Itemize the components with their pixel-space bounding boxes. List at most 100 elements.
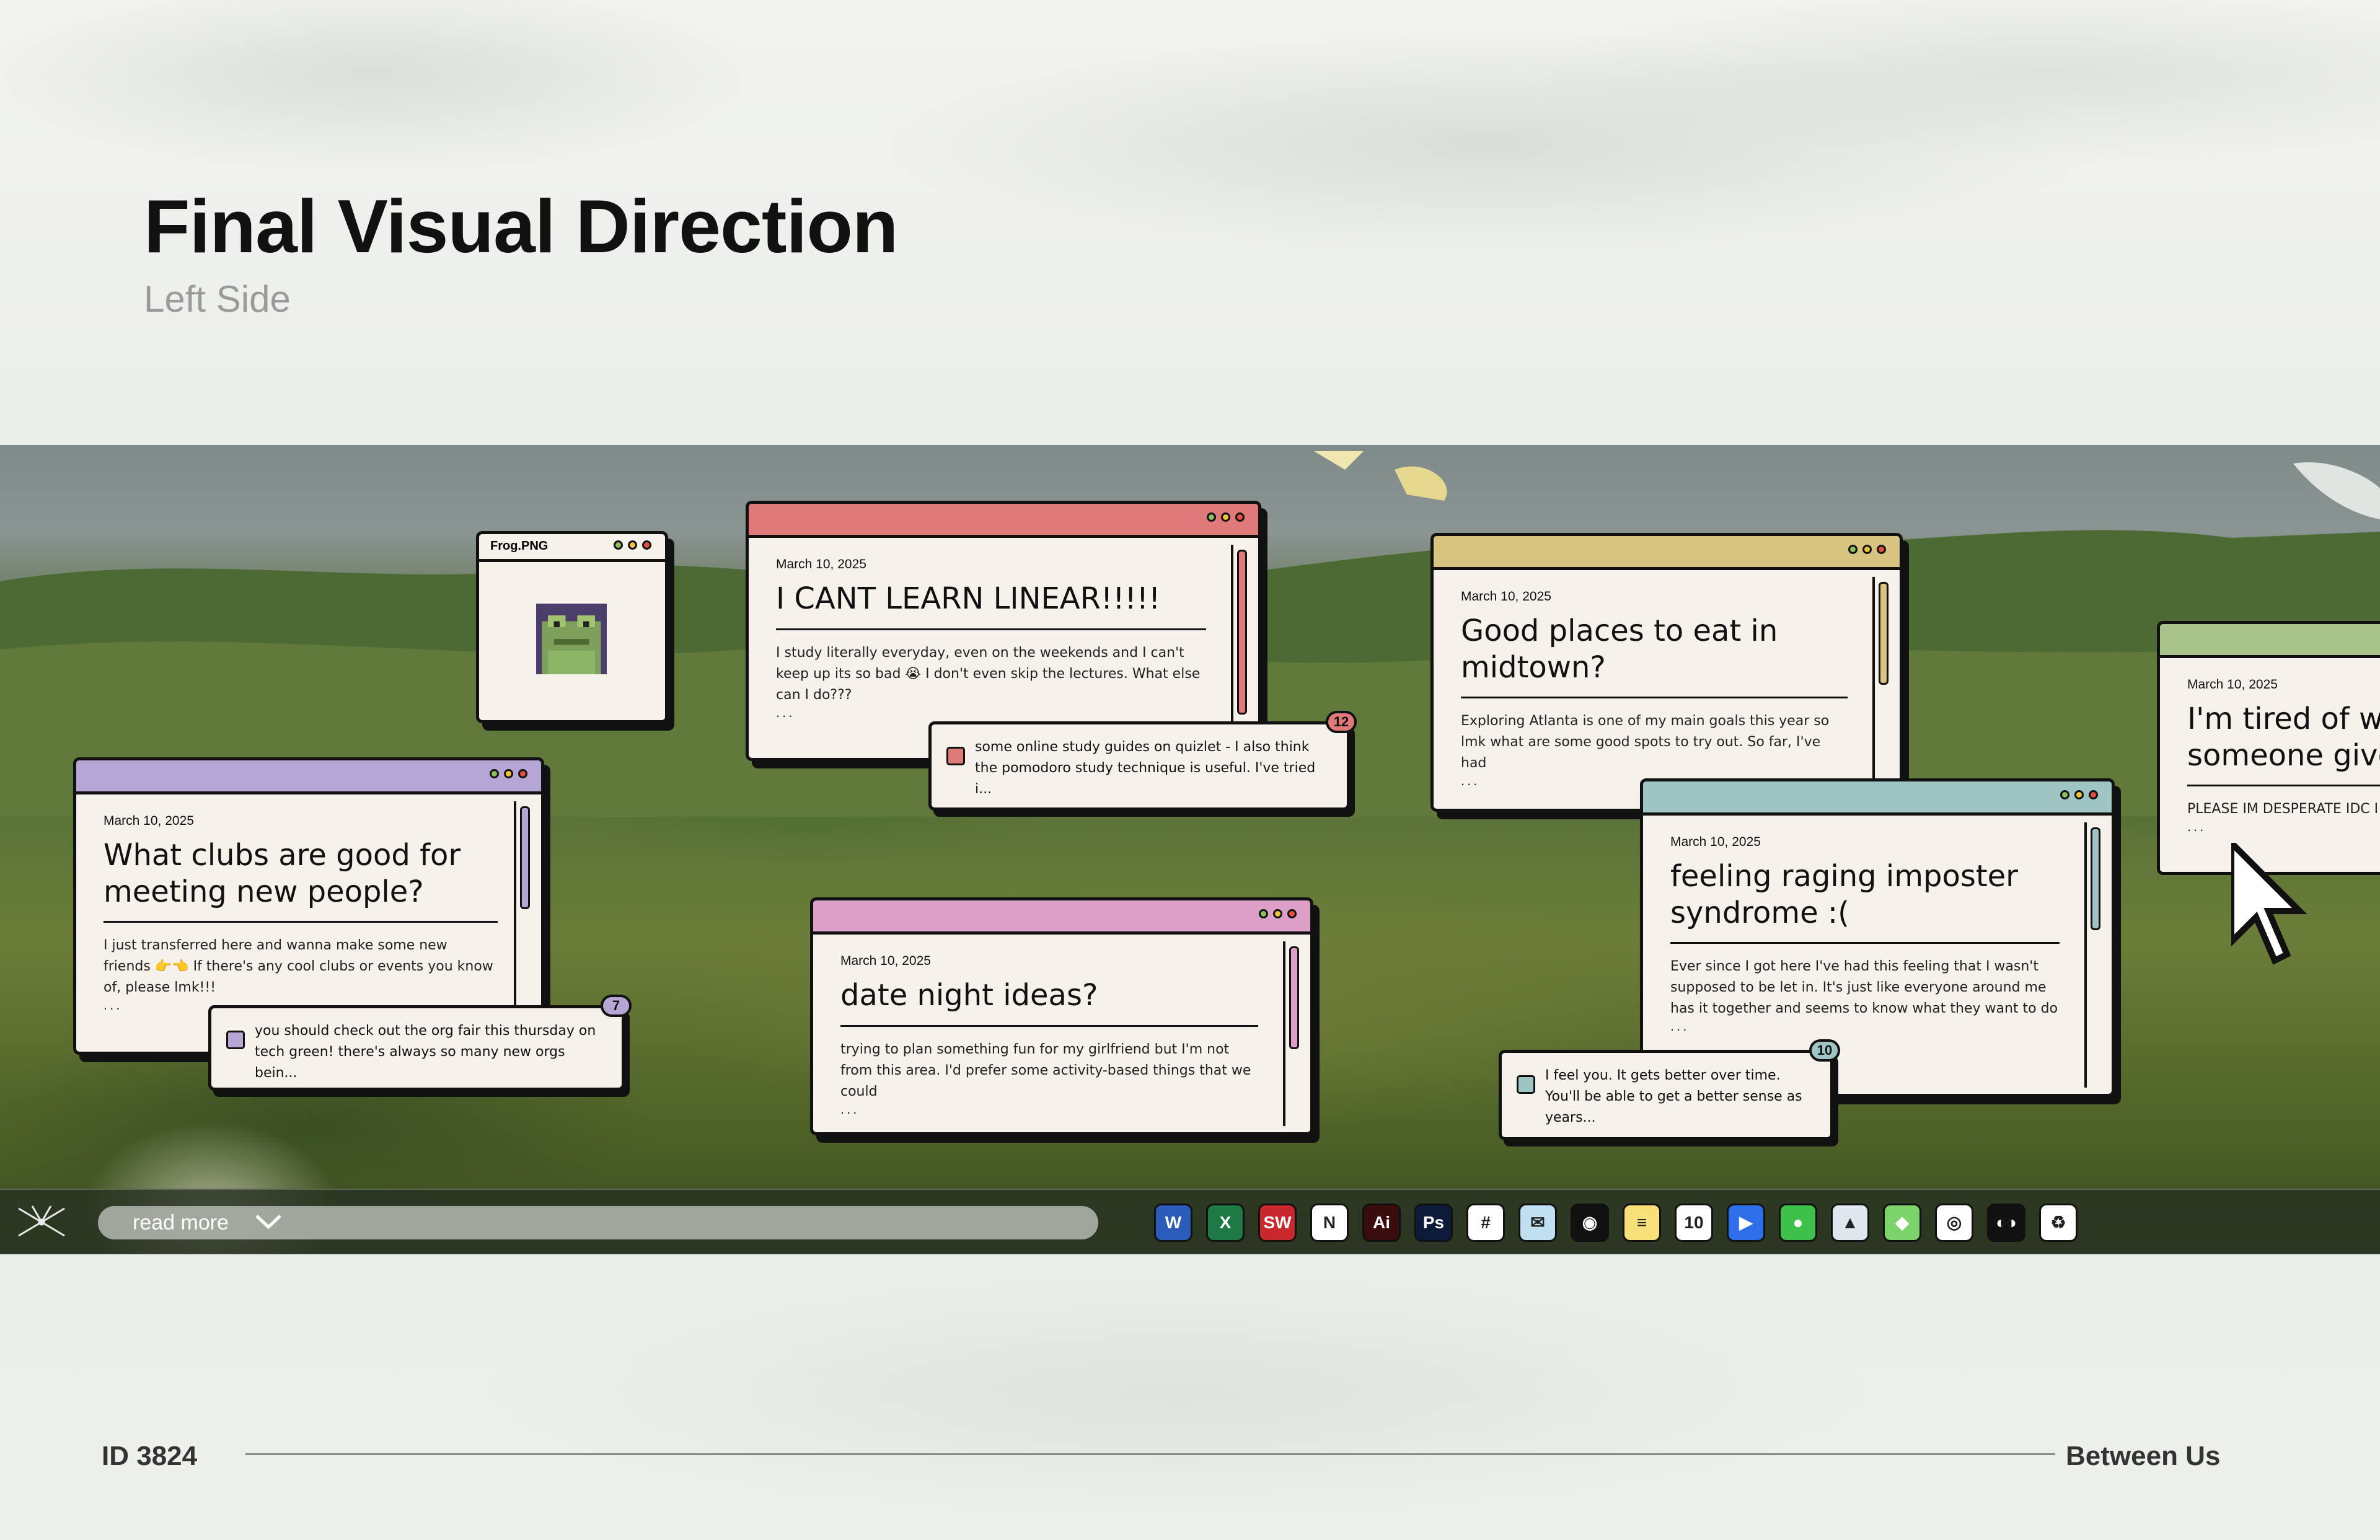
window-titlebar[interactable] <box>813 900 1310 935</box>
word-app-icon[interactable]: W <box>1154 1203 1192 1242</box>
reply-text: some online study guides on quizlet - I … <box>975 739 1316 797</box>
reply-checkbox[interactable] <box>946 747 965 765</box>
page-title: Final Visual Direction <box>144 184 898 268</box>
scrollbar-thumb[interactable] <box>520 806 530 909</box>
window-controls[interactable] <box>1259 909 1297 918</box>
close-button[interactable] <box>1877 545 1886 554</box>
maximize-button[interactable] <box>1259 909 1268 918</box>
zoom-app-icon[interactable]: ▶ <box>1727 1203 1765 1242</box>
window-controls[interactable] <box>2060 790 2098 799</box>
window-titlebar[interactable] <box>1434 536 1900 570</box>
frog-image-window[interactable]: Frog.PNG <box>476 531 668 723</box>
mail-app-icon[interactable]: ✉ <box>1518 1203 1557 1242</box>
post-title[interactable]: I'm tired of wi someone give <box>2187 701 2380 787</box>
post-date: March 10, 2025 <box>2187 677 2278 692</box>
post-title[interactable]: Good places to eat in midtown? <box>1461 613 1848 699</box>
window-titlebar[interactable] <box>76 760 541 794</box>
chrome-app-icon[interactable]: ◎ <box>1935 1203 1973 1242</box>
post-window-date-night[interactable]: March 10, 2025 date night ideas? trying … <box>810 897 1313 1135</box>
reply-count-badge: 10 <box>1809 1039 1840 1062</box>
window-controls[interactable] <box>1848 545 1886 554</box>
post-ellipsis: ... <box>1670 1018 1690 1034</box>
footer-brand: Between Us <box>2066 1441 2221 1471</box>
minimize-button[interactable] <box>1862 545 1872 554</box>
reply-checkbox[interactable] <box>226 1031 245 1049</box>
mouse-cursor-icon <box>2231 843 2307 965</box>
scrollbar[interactable] <box>1283 941 1302 1126</box>
minimize-button[interactable] <box>504 769 513 778</box>
close-button[interactable] <box>1287 909 1297 918</box>
post-title[interactable]: date night ideas? <box>840 977 1258 1027</box>
trash-app-icon[interactable]: ♻ <box>2039 1203 2078 1242</box>
read-more-label: read more <box>133 1211 229 1234</box>
maps-app-icon[interactable]: ◆ <box>1883 1203 1921 1242</box>
reply-preview-imposter[interactable]: I feel you. It gets better over time. Yo… <box>1499 1039 1840 1140</box>
close-button[interactable] <box>1235 513 1245 522</box>
reply-text: you should check out the org fair this t… <box>255 1023 596 1081</box>
calendar-app-icon[interactable]: 10 <box>1675 1203 1713 1242</box>
minimize-button[interactable] <box>2074 790 2084 799</box>
scrollbar-thumb[interactable] <box>1289 946 1299 1049</box>
scrollbar-thumb[interactable] <box>2091 827 2100 930</box>
scrollbar-thumb[interactable] <box>1879 582 1889 685</box>
illustrator-app-icon[interactable]: Ai <box>1362 1203 1401 1242</box>
post-ellipsis: ... <box>840 1101 860 1117</box>
close-button[interactable] <box>2089 790 2098 799</box>
window-titlebar[interactable]: Frog.PNG <box>479 534 665 562</box>
close-button[interactable] <box>518 769 527 778</box>
app-logo-icon[interactable] <box>14 1202 69 1242</box>
post-excerpt: trying to plan something fun for my girl… <box>840 1041 1251 1099</box>
post-title[interactable]: I CANT LEARN LINEAR!!!!! <box>776 581 1206 630</box>
window-controls[interactable] <box>614 540 651 550</box>
reply-checkbox[interactable] <box>1517 1075 1535 1094</box>
reply-text: I feel you. It gets better over time. Yo… <box>1545 1068 1802 1125</box>
window-controls[interactable] <box>490 769 527 778</box>
window-titlebar[interactable] <box>2160 624 2380 658</box>
post-excerpt: Exploring Atlanta is one of my main goal… <box>1461 713 1830 772</box>
messages-app-icon[interactable]: ● <box>1779 1203 1817 1242</box>
excel-app-icon[interactable]: X <box>1206 1203 1245 1242</box>
maximize-button[interactable] <box>2060 790 2069 799</box>
maximize-button[interactable] <box>1848 545 1858 554</box>
scrollbar-thumb[interactable] <box>1237 550 1247 715</box>
post-date: March 10, 2025 <box>104 814 194 828</box>
post-title[interactable]: What clubs are good for meeting new peop… <box>104 837 498 923</box>
minimize-button[interactable] <box>628 540 637 550</box>
page-subtitle: Left Side <box>144 278 291 320</box>
app-dock: W X SW N Ai Ps # ✉ ◉ ≡ 10 ▶ ● ▲ ◆ ◎ ◐◑ ♻ <box>1154 1203 2078 1242</box>
taskbar: read more W X SW N Ai Ps # ✉ ◉ ≡ 10 ▶ ● ▲ ◆ ◎ ◐◑ ♻ <box>0 1189 2380 1254</box>
reply-preview-linear[interactable]: some online study guides on quizlet - I … <box>928 711 1357 811</box>
window-titlebar[interactable] <box>749 504 1258 538</box>
solidworks-app-icon[interactable]: SW <box>1258 1203 1297 1242</box>
window-controls[interactable] <box>1207 513 1245 522</box>
photoshop-app-icon[interactable]: Ps <box>1414 1203 1453 1242</box>
photos-app-icon[interactable]: ▲ <box>1831 1203 1869 1242</box>
post-excerpt: I study literally everyday, even on the … <box>776 645 1201 703</box>
scrollbar[interactable] <box>1231 545 1250 752</box>
frog-pixel-icon <box>536 604 607 674</box>
maximize-button[interactable] <box>1207 513 1216 522</box>
reply-preview-clubs[interactable]: you should check out the org fair this t… <box>208 995 632 1091</box>
post-title[interactable]: feeling raging imposter syndrome :( <box>1670 858 2060 944</box>
post-window-midtown[interactable]: March 10, 2025 Good places to eat in mid… <box>1430 533 1903 812</box>
notes-app-icon[interactable]: ≡ <box>1623 1203 1661 1242</box>
close-button[interactable] <box>642 540 651 550</box>
maximize-button[interactable] <box>614 540 623 550</box>
notion-app-icon[interactable]: N <box>1310 1203 1349 1242</box>
minimize-button[interactable] <box>1221 513 1230 522</box>
cyberduck-app-icon[interactable]: ◐◑ <box>1987 1203 2025 1242</box>
slack-app-icon[interactable]: # <box>1466 1203 1505 1242</box>
window-title: Frog.PNG <box>490 539 549 553</box>
post-date: March 10, 2025 <box>840 954 931 968</box>
post-window-imposter[interactable]: March 10, 2025 feeling raging imposter s… <box>1640 778 2115 1097</box>
post-window-tired[interactable]: March 10, 2025 I'm tired of wi someone gi… <box>2157 621 2380 875</box>
post-date: March 10, 2025 <box>776 557 866 571</box>
scrollbar[interactable] <box>2084 822 2103 1088</box>
read-more-bar[interactable]: read more <box>98 1206 1098 1239</box>
scrollbar[interactable] <box>1872 577 1891 803</box>
window-titlebar[interactable] <box>1643 781 2112 816</box>
post-excerpt: Ever since I got here I've had this feel… <box>1670 959 2058 1017</box>
minimize-button[interactable] <box>1273 909 1282 918</box>
maximize-button[interactable] <box>490 769 499 778</box>
spotify-app-icon[interactable]: ◉ <box>1571 1203 1609 1242</box>
